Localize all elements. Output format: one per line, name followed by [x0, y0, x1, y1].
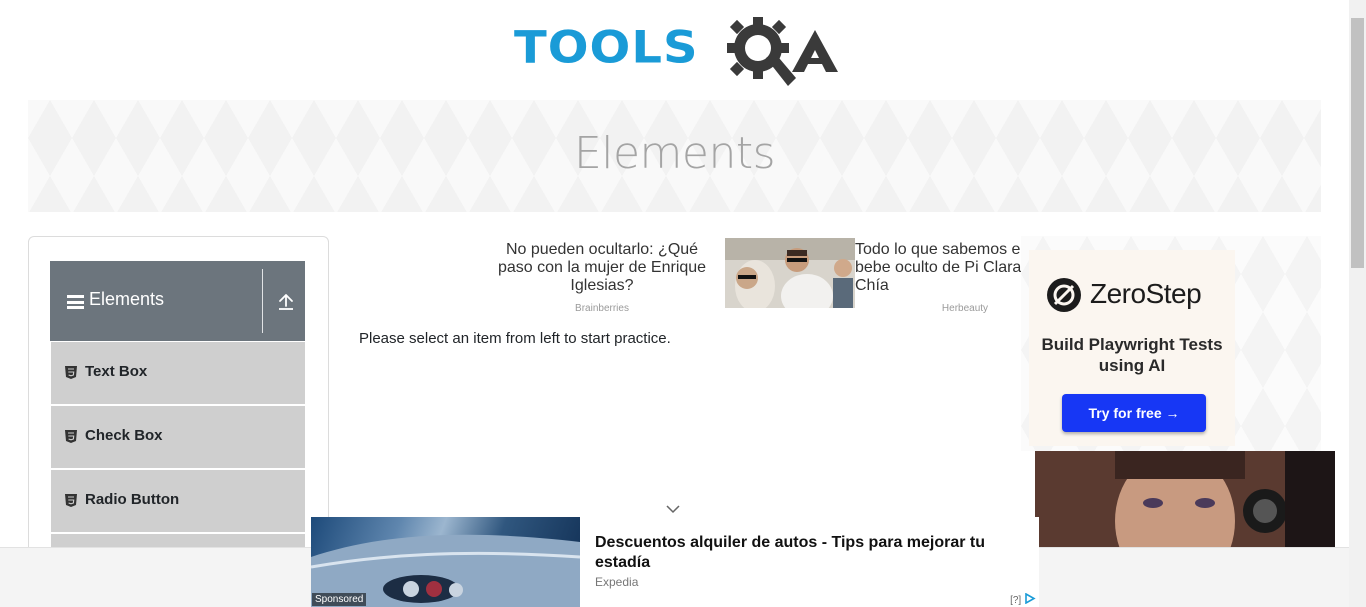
- ad-photo-woman-headset[interactable]: [1035, 451, 1335, 551]
- html5-icon: [65, 366, 77, 379]
- group-title: Elements: [89, 289, 165, 309]
- bottom-ad[interactable]: Sponsored Descuentos alquiler de autos -…: [311, 517, 1039, 607]
- ad-source-1: Brainberries: [575, 303, 629, 314]
- ad-headline-1[interactable]: No pueden ocultarlo: ¿Qué paso con la mu…: [488, 241, 716, 295]
- group-header-elements[interactable]: Elements: [50, 261, 305, 341]
- sponsored-label: Sponsored: [312, 593, 367, 606]
- sidebar-item-text-box[interactable]: Text Box: [51, 342, 305, 404]
- sidebar-item-label: Text Box: [85, 363, 148, 380]
- zerostep-brand: ZeroStep: [1090, 278, 1202, 309]
- html5-icon: [65, 430, 77, 443]
- try-for-free-button[interactable]: Try for free →: [1062, 394, 1206, 432]
- sidebar-item-radio-button[interactable]: Radio Button: [51, 470, 305, 532]
- divider: [262, 269, 263, 333]
- page-scrollbar[interactable]: [1349, 0, 1366, 607]
- sidebar-item-label: Radio Button: [85, 491, 180, 508]
- zerostep-ad[interactable]: ZeroStep Build Playwright Tests using AI…: [1021, 236, 1321, 451]
- adchoices-icon[interactable]: [?]: [1010, 592, 1036, 606]
- bottom-ad-source: Expedia: [595, 575, 639, 589]
- sidebar-item-check-box[interactable]: Check Box: [51, 406, 305, 468]
- scrollbar-thumb[interactable]: [1351, 18, 1364, 268]
- ad-photo-1[interactable]: [725, 238, 855, 308]
- page-banner: Elements: [28, 100, 1321, 212]
- hamburger-icon: [67, 295, 84, 309]
- logo-text: TOOLS: [514, 22, 699, 74]
- bottom-ad-title[interactable]: Descuentos alquiler de autos - Tips para…: [595, 533, 1015, 573]
- gear-icon: [727, 17, 796, 86]
- zerostep-tagline: Build Playwright Tests using AI: [1041, 335, 1223, 375]
- chevron-down-icon[interactable]: [665, 504, 681, 514]
- page-title: Elements: [573, 128, 776, 179]
- collapse-arrow-icon[interactable]: [276, 292, 296, 312]
- practice-instruction: Please select an item from left to start…: [359, 330, 671, 347]
- ad-source-2: Herbeauty: [941, 303, 989, 314]
- bottom-ad-car-image[interactable]: Sponsored: [311, 517, 580, 607]
- zerostep-card: ZeroStep Build Playwright Tests using AI…: [1029, 250, 1235, 446]
- zerostep-logo-icon: [1047, 278, 1081, 312]
- adchoices-label: [?]: [1010, 595, 1022, 606]
- toolsqa-logo[interactable]: TOOLS: [514, 14, 840, 92]
- logo-letter-a: [792, 30, 838, 72]
- sidebar-item-label: Check Box: [85, 427, 163, 444]
- ad-headline-2[interactable]: Todo lo que sabemos el bebe oculto de Pi…: [855, 241, 1031, 295]
- html5-icon: [65, 494, 77, 507]
